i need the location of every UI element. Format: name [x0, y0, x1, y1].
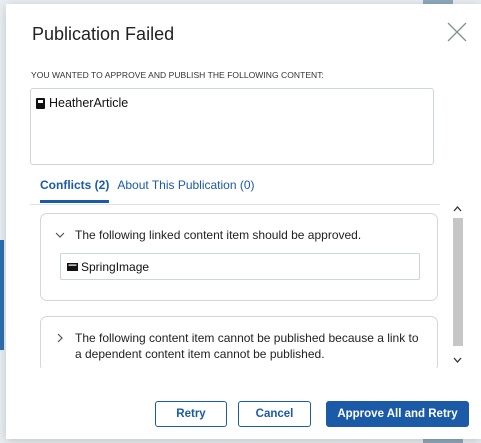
scroll-thumb[interactable] — [453, 218, 463, 346]
linked-item-label: SpringImage — [81, 259, 150, 274]
linked-content-item[interactable]: SpringImage — [60, 253, 420, 280]
retry-button[interactable]: Retry — [155, 401, 227, 427]
content-item[interactable]: HeatherArticle — [36, 96, 128, 110]
conflict-text: The following content item cannot be pub… — [75, 331, 419, 361]
image-icon — [67, 262, 78, 271]
approve-all-and-retry-button[interactable]: Approve All and Retry — [326, 401, 469, 427]
chevron-down-icon — [453, 357, 462, 363]
document-icon — [36, 97, 45, 109]
content-list: HeatherArticle — [30, 88, 434, 165]
conflict-text: The following linked content item should… — [75, 228, 362, 242]
tab-bar: Conflicts (2) About This Publication (0) — [40, 178, 263, 203]
conflict-toggle[interactable]: The following linked content item should… — [55, 227, 425, 243]
backdrop-accent-bottom — [423, 439, 463, 443]
tab-conflicts[interactable]: Conflicts (2) — [40, 178, 110, 203]
chevron-right-icon — [57, 333, 63, 343]
backdrop-accent-left — [0, 240, 4, 350]
cancel-button[interactable]: Cancel — [238, 401, 311, 427]
chevron-down-icon — [55, 232, 65, 238]
close-button[interactable] — [446, 21, 468, 43]
intro-text: YOU WANTED TO APPROVE AND PUBLISH THE FO… — [31, 70, 324, 80]
close-icon — [447, 22, 467, 42]
content-item-label: HeatherArticle — [49, 96, 129, 110]
publication-failed-dialog: Publication Failed YOU WANTED TO APPROVE… — [6, 4, 481, 439]
tab-about-this-publication[interactable]: About This Publication (0) — [117, 178, 254, 203]
dialog-title: Publication Failed — [32, 24, 175, 44]
chevron-up-icon — [453, 206, 462, 212]
tabs-divider — [30, 204, 440, 205]
scroll-up-button[interactable] — [450, 202, 465, 216]
conflicts-panel: The following linked content item should… — [30, 208, 464, 368]
conflict-toggle[interactable]: The following content item cannot be pub… — [55, 330, 425, 362]
conflict-card: The following linked content item should… — [40, 213, 438, 301]
conflict-card: The following content item cannot be pub… — [40, 316, 438, 368]
scrollbar[interactable] — [450, 202, 465, 368]
scroll-down-button[interactable] — [450, 353, 465, 367]
